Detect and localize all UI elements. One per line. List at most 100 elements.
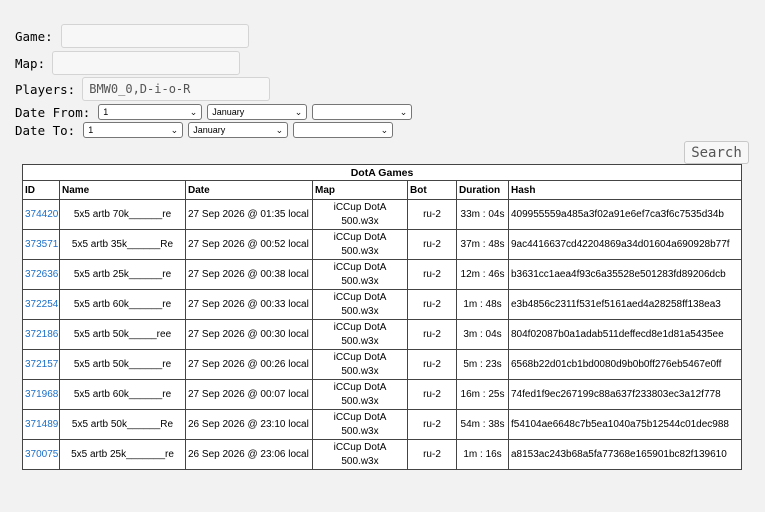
chevron-down-icon: ⌄ (294, 106, 303, 117)
game-map: iCCup DotA 500.w3x (312, 349, 408, 380)
game-date: 27 Sep 2026 @ 00:38 local (185, 259, 313, 290)
table-row: 374420 5x5 artb 70k______re 27 Sep 2026 … (22, 199, 743, 230)
game-date: 27 Sep 2026 @ 00:30 local (185, 319, 313, 350)
date-to-row: Date To: 1 ⌄ January ⌄ ⌄ (15, 122, 398, 138)
game-id-link[interactable]: 372636 (22, 259, 60, 290)
game-name: 5x5 artb 70k______re (59, 199, 186, 230)
table-caption: DotA Games (21, 164, 743, 181)
game-id-link[interactable]: 372186 (22, 319, 60, 350)
table-row: 373571 5x5 artb 35k______Re 27 Sep 2026 … (22, 229, 743, 260)
game-duration: 1m : 16s (456, 439, 509, 470)
game-bot: ru-2 (407, 259, 457, 290)
game-name: 5x5 artb 35k______Re (59, 229, 186, 260)
column-header-name: Name (59, 180, 186, 200)
table-row: 371489 5x5 artb 50k______Re 26 Sep 2026 … (22, 409, 743, 440)
date-from-row: Date From: 1 ⌄ January ⌄ ⌄ (15, 104, 417, 120)
game-id-link[interactable]: 371968 (22, 379, 60, 410)
column-header-date: Date (185, 180, 313, 200)
game-map: iCCup DotA 500.w3x (312, 229, 408, 260)
game-id-link[interactable]: 371489 (22, 409, 60, 440)
game-id-link[interactable]: 374420 (22, 199, 60, 230)
game-hash: e3b4856c2311f531ef5161aed4a28258ff138ea3 (507, 289, 743, 320)
game-hash: f54104ae6648c7b5ea1040a75b12544c01dec988 (507, 409, 743, 440)
game-name: 5x5 artb 25k_______re (59, 439, 186, 470)
game-name: 5x5 artb 25k______re (59, 259, 186, 290)
game-date: 26 Sep 2026 @ 23:06 local (185, 439, 313, 470)
date-from-day-select[interactable]: 1 ⌄ (98, 104, 203, 120)
date-from-label: Date From: (15, 104, 91, 120)
game-map: iCCup DotA 500.w3x (312, 439, 408, 470)
table-row: 372636 5x5 artb 25k______re 27 Sep 2026 … (22, 259, 743, 290)
game-id-link[interactable]: 373571 (22, 229, 60, 260)
map-row: Map: (15, 51, 241, 75)
game-id-link[interactable]: 372254 (22, 289, 60, 320)
game-duration: 5m : 23s (456, 349, 509, 380)
players-input[interactable]: BMW0_0,D-i-o-R (82, 77, 271, 101)
column-header-hash: Hash (507, 180, 743, 200)
game-row: Game: (15, 24, 249, 48)
map-input[interactable] (52, 51, 241, 75)
table-row: 372254 5x5 artb 60k______re 27 Sep 2026 … (22, 289, 743, 320)
date-from-day-value: 1 (103, 107, 109, 117)
chevron-down-icon: ⌄ (399, 106, 408, 117)
game-hash: 9ac4416637cd42204869a34d01604a690928b77f (507, 229, 743, 260)
table-row: 370075 5x5 artb 25k_______re 26 Sep 2026… (22, 439, 743, 470)
players-label: Players: (15, 81, 76, 97)
game-map: iCCup DotA 500.w3x (312, 319, 408, 350)
date-to-label: Date To: (15, 122, 76, 138)
game-id-link[interactable]: 370075 (22, 439, 60, 470)
game-date: 27 Sep 2026 @ 00:52 local (185, 229, 313, 260)
date-to-month-select[interactable]: January ⌄ (188, 122, 289, 138)
game-hash: 74fed1f9ec267199c88a637f233803ec3a12f778 (507, 379, 743, 410)
table-header-row: ID Name Date Map Bot Duration Hash (22, 180, 743, 200)
game-label: Game: (15, 28, 53, 44)
game-date: 27 Sep 2026 @ 00:07 local (185, 379, 313, 410)
game-name: 5x5 artb 60k______re (59, 379, 186, 410)
game-id-link[interactable]: 372157 (22, 349, 60, 380)
game-name: 5x5 artb 50k______re (59, 349, 186, 380)
game-date: 27 Sep 2026 @ 00:33 local (185, 289, 313, 320)
game-hash: a8153ac243b68a5fa77368e165901bc82f139610 (507, 439, 743, 470)
game-bot: ru-2 (407, 229, 457, 260)
date-to-day-select[interactable]: 1 ⌄ (83, 122, 184, 138)
map-label: Map: (15, 55, 46, 71)
game-bot: ru-2 (407, 199, 457, 230)
game-duration: 3m : 04s (456, 319, 509, 350)
date-to-month-value: January (193, 125, 226, 135)
search-button[interactable]: Search (684, 141, 749, 164)
game-duration: 33m : 04s (456, 199, 509, 230)
game-duration: 54m : 38s (456, 409, 509, 440)
game-map: iCCup DotA 500.w3x (312, 379, 408, 410)
date-to-year-select[interactable]: ⌄ (293, 122, 394, 138)
game-duration: 37m : 48s (456, 229, 509, 260)
players-row: Players: BMW0_0,D-i-o-R (15, 77, 271, 101)
game-input[interactable] (60, 24, 249, 48)
column-header-duration: Duration (456, 180, 509, 200)
chevron-down-icon: ⌄ (380, 124, 389, 135)
game-date: 27 Sep 2026 @ 00:26 local (185, 349, 313, 380)
games-table: DotA Games ID Name Date Map Bot Duration… (21, 164, 743, 470)
column-header-map: Map (312, 180, 408, 200)
game-map: iCCup DotA 500.w3x (312, 289, 408, 320)
date-from-month-value: January (212, 107, 245, 117)
table-row: 371968 5x5 artb 60k______re 27 Sep 2026 … (22, 379, 743, 410)
column-header-bot: Bot (407, 180, 457, 200)
game-duration: 12m : 46s (456, 259, 509, 290)
game-hash: 6568b22d01cb1bd0080d9b0b0ff276eb5467e0ff (507, 349, 743, 380)
game-map: iCCup DotA 500.w3x (312, 259, 408, 290)
game-name: 5x5 artb 50k______Re (59, 409, 186, 440)
game-bot: ru-2 (407, 319, 457, 350)
game-date: 26 Sep 2026 @ 23:10 local (185, 409, 313, 440)
game-map: iCCup DotA 500.w3x (312, 409, 408, 440)
date-from-year-select[interactable]: ⌄ (312, 104, 413, 120)
game-map: iCCup DotA 500.w3x (312, 199, 408, 230)
game-bot: ru-2 (407, 349, 457, 380)
game-hash: 409955559a485a3f02a91e6ef7ca3f6c7535d34b (507, 199, 743, 230)
game-date: 27 Sep 2026 @ 01:35 local (185, 199, 313, 230)
table-row: 372157 5x5 artb 50k______re 27 Sep 2026 … (22, 349, 743, 380)
game-duration: 16m : 25s (456, 379, 509, 410)
game-hash: 804f02087b0a1adab511deffecd8e1d81a5435ee (507, 319, 743, 350)
game-duration: 1m : 48s (456, 289, 509, 320)
chevron-down-icon: ⌄ (170, 124, 179, 135)
date-from-month-select[interactable]: January ⌄ (207, 104, 308, 120)
